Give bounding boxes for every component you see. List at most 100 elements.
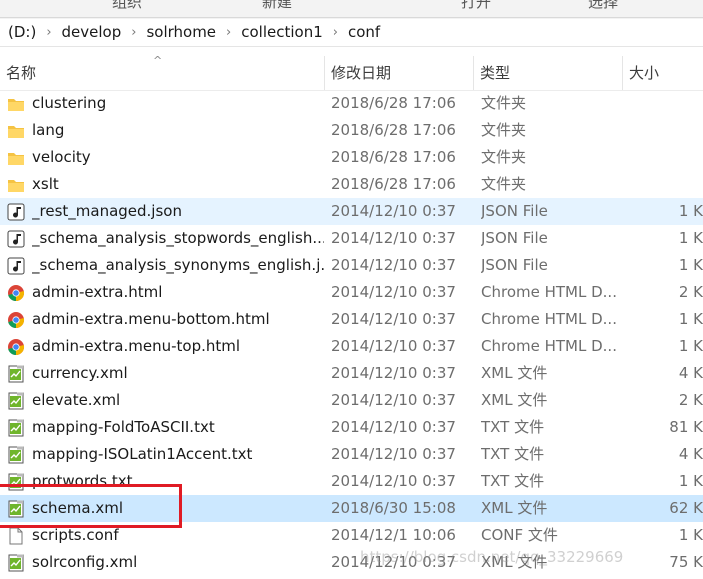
column-date-header[interactable]: 修改日期 <box>325 56 473 90</box>
file-size <box>629 171 703 198</box>
file-size: 1 K <box>678 472 703 490</box>
file-date: 2018/6/28 17:06 <box>331 175 456 193</box>
file-name: admin-extra.menu-bottom.html <box>32 310 270 328</box>
file-size: 4 K <box>678 364 703 382</box>
file-name: xslt <box>32 175 59 193</box>
file-type: 文件夹 <box>481 175 527 193</box>
ribbon-organize-label[interactable]: 组织 <box>112 0 142 12</box>
chevron-right-icon[interactable]: › <box>125 25 142 40</box>
file-size: 81 K <box>669 418 703 436</box>
red-highlight-box <box>0 484 182 528</box>
file-name: elevate.xml <box>32 391 121 409</box>
file-row[interactable]: mapping-FoldToASCII.txt 2014/12/10 0:37 TX… <box>0 414 703 441</box>
file-date: 2018/6/28 17:06 <box>331 94 456 112</box>
file-size <box>629 90 703 117</box>
file-size <box>629 144 703 171</box>
address-bar[interactable]: (D:) › develop › solrhome › collection1 … <box>0 19 703 47</box>
blank-file-icon <box>7 527 25 545</box>
file-type: 文件夹 <box>481 121 527 139</box>
file-type: TXT 文件 <box>481 418 545 436</box>
watermark: https://blog.csdn.net/qq_33229669 <box>360 548 624 566</box>
breadcrumb-develop[interactable]: develop <box>58 23 126 41</box>
file-date: 2014/12/10 0:37 <box>331 202 456 220</box>
file-name: clustering <box>32 94 107 112</box>
ribbon-open-label[interactable]: 打开 <box>461 0 491 12</box>
file-row[interactable]: mapping-ISOLatin1Accent.txt 2014/12/10 0:… <box>0 441 703 468</box>
txt-file-icon <box>7 446 25 464</box>
file-size: 1 K <box>678 337 703 355</box>
json-file-icon <box>7 203 25 221</box>
file-type: JSON File <box>481 256 548 274</box>
ribbon-select-label[interactable]: 选择 <box>588 0 618 12</box>
file-name: velocity <box>32 148 91 166</box>
file-date: 2018/6/28 17:06 <box>331 148 456 166</box>
file-size: 75 K <box>669 553 703 571</box>
breadcrumb-conf[interactable]: conf <box>344 23 384 41</box>
chrome-icon <box>7 284 25 302</box>
file-date: 2018/6/28 17:06 <box>331 121 456 139</box>
file-date: 2018/6/30 15:08 <box>331 499 456 517</box>
xml-file-icon <box>7 554 25 572</box>
file-row[interactable]: admin-extra.menu-bottom.html 2014/12/10 0… <box>0 306 703 333</box>
file-type: JSON File <box>481 202 548 220</box>
file-row[interactable]: xslt 2018/6/28 17:06 文件夹 <box>0 171 703 198</box>
file-size: 2 K <box>678 391 703 409</box>
folder-icon <box>7 176 25 194</box>
file-type: JSON File <box>481 229 548 247</box>
file-size: 62 K <box>669 499 703 517</box>
breadcrumb-drive[interactable]: (D:) <box>4 23 40 41</box>
chevron-right-icon[interactable]: › <box>327 25 344 40</box>
file-row[interactable]: velocity 2018/6/28 17:06 文件夹 <box>0 144 703 171</box>
json-file-icon <box>7 230 25 248</box>
file-name: admin-extra.html <box>32 283 163 301</box>
file-date: 2014/12/10 0:37 <box>331 364 456 382</box>
file-name: _schema_analysis_synonyms_english.j... <box>32 256 324 274</box>
file-date: 2014/12/1 10:06 <box>331 526 456 544</box>
file-name: solrconfig.xml <box>32 553 138 571</box>
file-row[interactable]: _schema_analysis_synonyms_english.j... 20… <box>0 252 703 279</box>
file-row[interactable]: elevate.xml 2014/12/10 0:37 XML 文件 2 K <box>0 387 703 414</box>
breadcrumb-collection1[interactable]: collection1 <box>237 23 327 41</box>
file-date: 2014/12/10 0:37 <box>331 337 456 355</box>
file-date: 2014/12/10 0:37 <box>331 256 456 274</box>
file-type: XML 文件 <box>481 499 548 517</box>
file-row[interactable]: clustering 2018/6/28 17:06 文件夹 <box>0 90 703 117</box>
file-type: Chrome HTML D... <box>481 283 617 301</box>
file-row[interactable]: lang 2018/6/28 17:06 文件夹 <box>0 117 703 144</box>
file-name: _rest_managed.json <box>32 202 182 220</box>
folder-icon <box>7 149 25 167</box>
ribbon-divider <box>0 17 703 18</box>
file-type: XML 文件 <box>481 364 548 382</box>
file-row[interactable]: admin-extra.menu-top.html 2014/12/10 0:37… <box>0 333 703 360</box>
folder-icon <box>7 95 25 113</box>
file-name: lang <box>32 121 65 139</box>
file-size: 1 K <box>678 229 703 247</box>
file-name: currency.xml <box>32 364 128 382</box>
file-row[interactable]: admin-extra.html 2014/12/10 0:37 Chrome HT… <box>0 279 703 306</box>
column-type-header[interactable]: 类型 <box>474 56 622 90</box>
json-file-icon <box>7 257 25 275</box>
xml-file-icon <box>7 365 25 383</box>
file-type: CONF 文件 <box>481 526 558 544</box>
file-row[interactable]: _rest_managed.json 2014/12/10 0:37 JSON Fi… <box>0 198 703 225</box>
file-size: 1 K <box>678 256 703 274</box>
file-date: 2014/12/10 0:37 <box>331 391 456 409</box>
file-name: mapping-ISOLatin1Accent.txt <box>32 445 253 463</box>
ribbon-new-label[interactable]: 新建 <box>262 0 292 12</box>
xml-file-icon <box>7 392 25 410</box>
file-size: 4 K <box>678 445 703 463</box>
file-type: 文件夹 <box>481 148 527 166</box>
chevron-right-icon[interactable]: › <box>220 25 237 40</box>
file-type: TXT 文件 <box>481 472 545 490</box>
file-size: 2 K <box>678 283 703 301</box>
chevron-right-icon[interactable]: › <box>40 25 57 40</box>
column-header: ^ 名称 修改日期 类型 大小 <box>0 54 703 91</box>
file-date: 2014/12/10 0:37 <box>331 445 456 463</box>
file-row[interactable]: _schema_analysis_stopwords_english... 201… <box>0 225 703 252</box>
breadcrumb-solrhome[interactable]: solrhome <box>142 23 220 41</box>
column-name-header[interactable]: 名称 <box>0 56 324 90</box>
file-row[interactable]: currency.xml 2014/12/10 0:37 XML 文件 4 K <box>0 360 703 387</box>
file-size: 1 K <box>678 202 703 220</box>
file-size: 1 K <box>678 310 703 328</box>
column-size-header[interactable]: 大小 <box>623 56 703 90</box>
